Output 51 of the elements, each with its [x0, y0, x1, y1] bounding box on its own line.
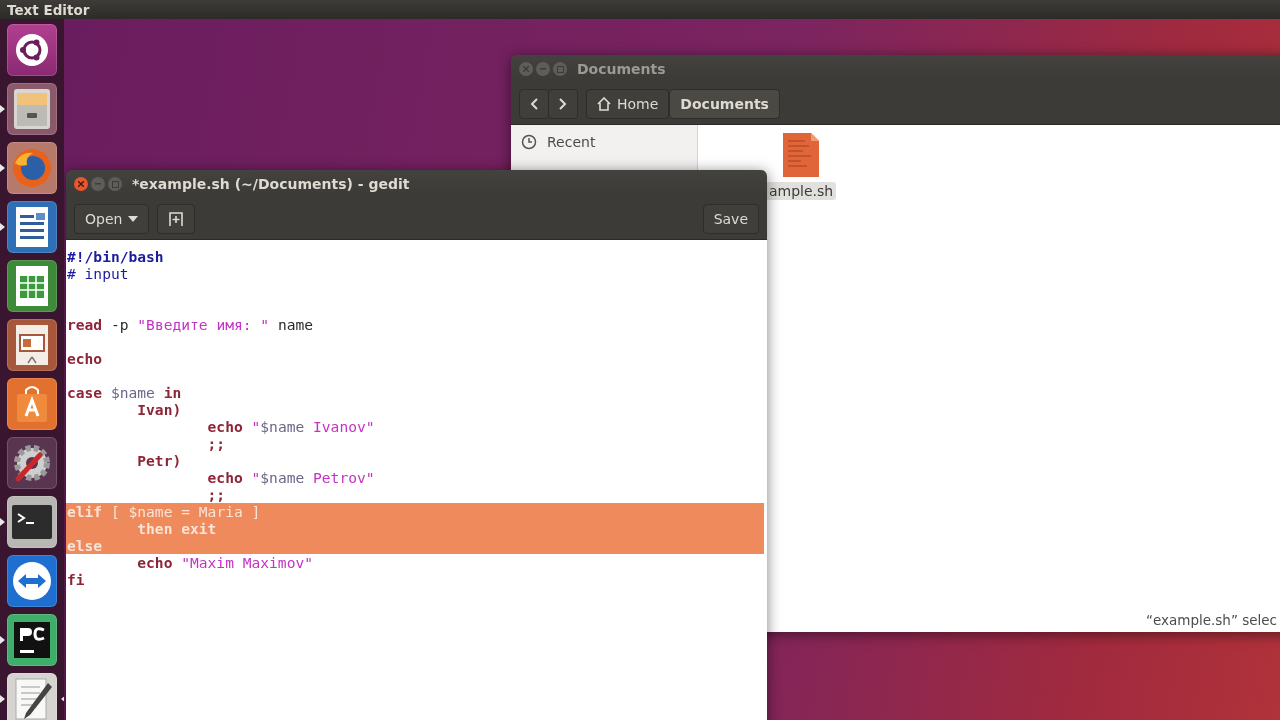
app-title: Text Editor [7, 1, 90, 18]
code-line: fi [66, 571, 86, 588]
new-tab-button[interactable] [157, 203, 196, 234]
spreadsheet-icon[interactable] [7, 260, 57, 312]
gear-wrench-icon[interactable] [7, 437, 57, 489]
code-line: case $name in [66, 384, 183, 401]
open-button[interactable]: Open [74, 203, 150, 234]
ubuntu-logo-icon[interactable] [7, 24, 57, 76]
back-button[interactable] [519, 88, 549, 119]
path-button[interactable]: Documents [669, 88, 780, 119]
new-tab-icon [168, 210, 185, 227]
file-name[interactable]: ample.sh [766, 182, 837, 200]
clock-icon [521, 134, 537, 150]
close-icon [78, 181, 84, 187]
code-line: Petr) [136, 452, 183, 469]
close-button[interactable] [74, 177, 88, 191]
forward-icon [559, 97, 567, 110]
firefox-icon[interactable] [7, 142, 57, 194]
ide-icon[interactable] [7, 614, 57, 666]
notepad-pencil-icon[interactable] [7, 673, 57, 720]
document-icon[interactable] [7, 201, 57, 253]
code-line: # input [66, 265, 130, 282]
window-title: Documents [577, 61, 666, 77]
code-line: ;; [206, 435, 227, 452]
code-line: echo [66, 350, 104, 367]
code-line: echo "$name Petrov" [206, 469, 376, 486]
code-line: echo "$name Ivanov" [206, 418, 376, 435]
forward-button[interactable] [548, 88, 578, 119]
code-line: Ivan) [136, 401, 183, 418]
back-icon [530, 97, 538, 110]
file-cabinet-icon[interactable] [7, 83, 57, 135]
shopping-bag-icon[interactable] [7, 378, 57, 430]
terminal-icon[interactable] [7, 496, 57, 548]
save-button[interactable]: Save [702, 203, 759, 234]
caret-icon [128, 215, 139, 222]
window-title: *example.sh (~/Documents) - gedit [132, 176, 410, 192]
minimize-icon [95, 183, 101, 185]
code-line: echo "Maxim Maximov" [136, 554, 315, 571]
selection-status: “example.sh” selec [1145, 612, 1277, 628]
maximize-icon [111, 180, 119, 188]
path-button[interactable]: Home [586, 88, 670, 119]
code-line: read -p "Введите имя: " name [66, 316, 315, 333]
presentation-icon[interactable] [7, 319, 57, 371]
close-icon [523, 66, 529, 72]
minimize-icon [540, 68, 546, 70]
text-file-icon[interactable] [783, 133, 820, 177]
home-icon [597, 96, 611, 111]
sidebar-item[interactable]: Recent [547, 134, 596, 150]
code-line: #!/bin/bash [66, 248, 165, 265]
maximize-icon [556, 65, 564, 73]
code-line: ;; [206, 486, 227, 503]
